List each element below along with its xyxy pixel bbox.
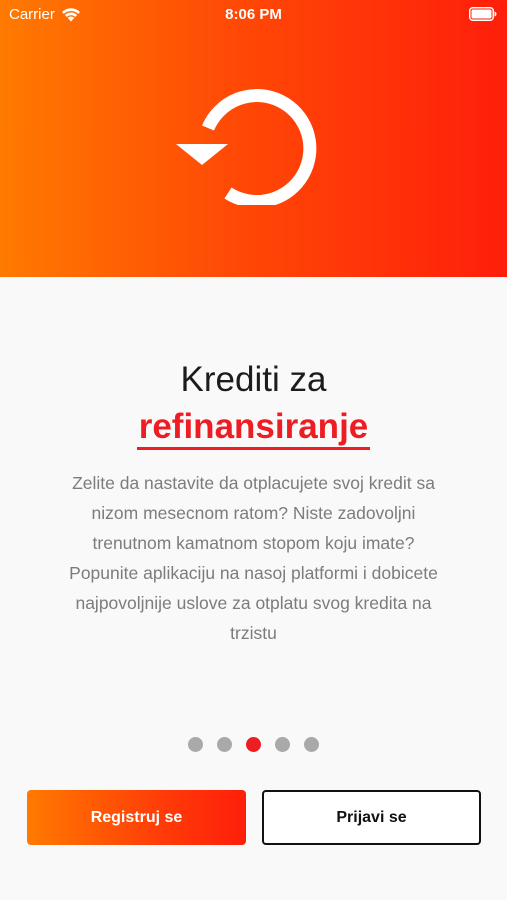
page-title-highlight: refinansiranje (0, 405, 507, 450)
description-text: Zelite da nastavite da otplacujete svoj … (69, 473, 438, 643)
login-button[interactable]: Prijavi se (262, 790, 481, 845)
pagination-dot[interactable] (304, 737, 319, 752)
pagination-dot[interactable] (188, 737, 203, 752)
status-bar: Carrier 8:06 PM (0, 0, 507, 30)
pagination-dots (0, 737, 507, 752)
battery-icon (469, 7, 497, 21)
hero-banner: Carrier 8:06 PM (0, 0, 507, 277)
pagination-dot[interactable] (275, 737, 290, 752)
highlight-text: refinansiranje (136, 408, 371, 450)
pagination-dot-active[interactable] (246, 737, 261, 752)
page-title: Krediti za (180, 360, 327, 399)
register-button[interactable]: Registruj se (27, 790, 246, 845)
pagination-dot[interactable] (217, 737, 232, 752)
refresh-icon (176, 89, 317, 205)
status-time: 8:06 PM (225, 6, 282, 23)
